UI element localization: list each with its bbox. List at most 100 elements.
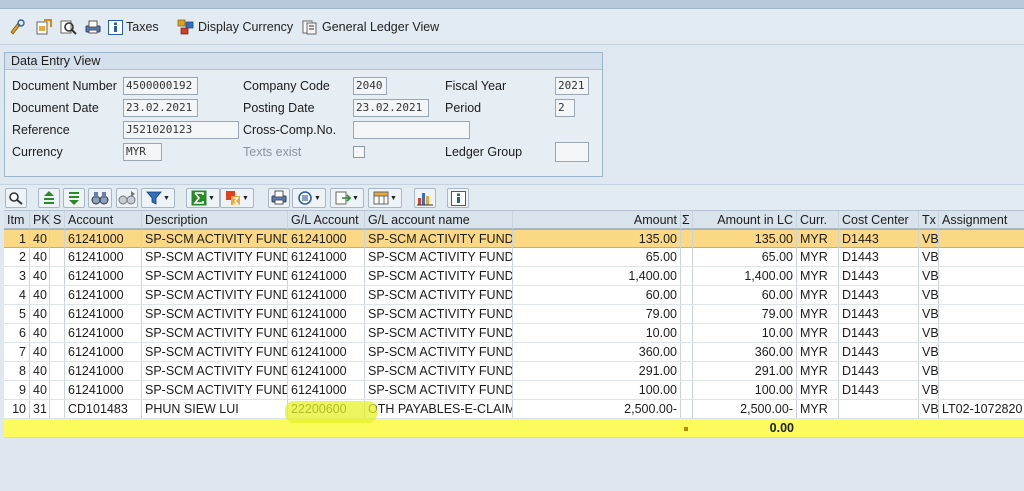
col-amount-header[interactable]: Amount	[513, 211, 681, 229]
other-document-icon[interactable]	[35, 19, 53, 35]
cell-gl-name: SP-SCM ACTIVITY FUND	[365, 343, 513, 361]
cell-curr: MYR	[797, 362, 839, 380]
cell-gl-account: 61241000	[288, 362, 365, 380]
print-document-icon[interactable]	[84, 19, 102, 35]
subtotal-icon	[226, 191, 241, 205]
group-title: Data Entry View	[5, 53, 602, 70]
col-gl-account-header[interactable]: G/L Account	[288, 211, 365, 229]
taxes-button[interactable]: Taxes	[108, 18, 159, 36]
col-assignment-header[interactable]: Assignment	[939, 211, 1024, 229]
cell-amount: 2,500.00-	[513, 400, 681, 418]
display-change-icon[interactable]	[9, 19, 27, 35]
print-icon	[271, 190, 287, 205]
table-row[interactable]: 4 40 61241000 SP-SCM ACTIVITY FUND 61241000 S…	[4, 286, 1024, 305]
texts-exist-label: Texts exist	[243, 145, 302, 159]
general-ledger-view-button[interactable]: General Ledger View	[302, 18, 439, 36]
cell-amount-lc: 2,500.00-	[693, 400, 797, 418]
table-row[interactable]: 5 40 61241000 SP-SCM ACTIVITY FUND 61241000 S…	[4, 305, 1024, 324]
graphic-button[interactable]	[414, 188, 436, 208]
table-row[interactable]: 7 40 61241000 SP-SCM ACTIVITY FUND 61241000 S…	[4, 343, 1024, 362]
cell-account: 61241000	[65, 248, 142, 266]
cell-sigma	[681, 343, 693, 361]
cell-sigma	[681, 381, 693, 399]
total-marker-icon	[684, 427, 688, 431]
company-code-field[interactable]: 2040	[353, 77, 387, 95]
cell-amount-lc: 1,400.00	[693, 267, 797, 285]
col-curr-header[interactable]: Curr.	[797, 211, 839, 229]
cell-curr: MYR	[797, 267, 839, 285]
cell-amount: 60.00	[513, 286, 681, 304]
cell-itm: 10	[4, 400, 30, 418]
cell-curr: MYR	[797, 381, 839, 399]
total-button[interactable]: ▼	[186, 188, 220, 208]
cell-cost-center: D1443	[839, 248, 919, 266]
sum-icon	[191, 190, 207, 206]
cell-account: 61241000	[65, 343, 142, 361]
col-gl-name-header[interactable]: G/L account name	[365, 211, 513, 229]
subtotal-button[interactable]: ▼	[220, 188, 254, 208]
sort-descending-button[interactable]	[63, 188, 85, 208]
cell-description: SP-SCM ACTIVITY FUND	[142, 324, 288, 342]
cell-tx: VB	[919, 400, 939, 418]
sort-descending-icon	[69, 192, 79, 205]
find-button[interactable]	[88, 188, 112, 208]
filter-button[interactable]: ▼	[141, 188, 175, 208]
export-button[interactable]: ▼	[330, 188, 364, 208]
cell-s	[50, 248, 65, 266]
layout-button[interactable]: ▼	[368, 188, 402, 208]
table-row[interactable]: 8 40 61241000 SP-SCM ACTIVITY FUND 61241000 S…	[4, 362, 1024, 381]
cell-sigma	[681, 324, 693, 342]
dropdown-arrow-icon: ▼	[352, 194, 359, 202]
col-tx-header[interactable]: Tx	[919, 211, 939, 229]
table-row[interactable]: 9 40 61241000 SP-SCM ACTIVITY FUND 61241000 S…	[4, 381, 1024, 400]
sort-ascending-button[interactable]	[38, 188, 60, 208]
details-button[interactable]	[5, 188, 27, 208]
cell-cost-center: D1443	[839, 362, 919, 380]
col-pk-header[interactable]: PK	[30, 211, 50, 229]
cell-itm: 3	[4, 267, 30, 285]
table-row[interactable]: 3 40 61241000 SP-SCM ACTIVITY FUND 61241000 S…	[4, 267, 1024, 286]
col-itm-header[interactable]: Itm	[4, 211, 30, 229]
document-number-field[interactable]: 4500000192	[123, 77, 198, 95]
cell-gl-name: SP-SCM ACTIVITY FUND	[365, 324, 513, 342]
currency-field[interactable]: MYR	[123, 143, 162, 161]
dropdown-arrow-icon: ▼	[163, 194, 170, 202]
document-overview-icon[interactable]	[60, 19, 78, 35]
document-date-label: Document Date	[12, 101, 99, 115]
reference-field[interactable]: J521020123	[123, 121, 239, 139]
document-date-field[interactable]: 23.02.2021	[123, 99, 198, 117]
information-button[interactable]	[447, 188, 469, 208]
table-row[interactable]: 2 40 61241000 SP-SCM ACTIVITY FUND 61241000 S…	[4, 248, 1024, 267]
cell-s	[50, 343, 65, 361]
cell-pk: 31	[30, 400, 50, 418]
fiscal-year-label: Fiscal Year	[445, 79, 507, 93]
texts-exist-checkbox[interactable]	[353, 146, 365, 158]
fiscal-year-field[interactable]: 2021	[555, 77, 589, 95]
cell-pk: 40	[30, 343, 50, 361]
table-row[interactable]: 1 40 61241000 SP-SCM ACTIVITY FUND 61241000 S…	[4, 229, 1024, 248]
posting-date-field[interactable]: 23.02.2021	[353, 99, 429, 117]
print-preview-button[interactable]	[268, 188, 290, 208]
col-account-header[interactable]: Account	[65, 211, 142, 229]
table-row[interactable]: 1031CD101483PHUN SIEW LUI22200600OTH PAY…	[4, 400, 1024, 419]
display-currency-button[interactable]: Display Currency	[177, 18, 293, 36]
col-s-header[interactable]: S	[50, 211, 65, 229]
col-sigma-header[interactable]: Σ	[681, 211, 693, 229]
col-description-header[interactable]: Description	[142, 211, 288, 229]
cell-curr: MYR	[797, 400, 839, 418]
cell-curr: MYR	[797, 286, 839, 304]
views-button[interactable]: ▼	[292, 188, 326, 208]
col-cost-center-header[interactable]: Cost Center	[839, 211, 919, 229]
find-next-button[interactable]	[116, 188, 138, 208]
col-amount-lc-header[interactable]: Amount in LC	[693, 211, 797, 229]
cell-tx: VB	[919, 305, 939, 323]
cell-assignment	[939, 343, 1024, 361]
display-currency-label: Display Currency	[198, 20, 294, 34]
period-field[interactable]: 2	[555, 99, 575, 117]
cell-tx: VB	[919, 267, 939, 285]
cell-gl-name: OTH PAYABLES-E-CLAIM	[365, 400, 513, 418]
cross-comp-field[interactable]	[353, 121, 470, 139]
ledger-group-field[interactable]	[555, 142, 589, 162]
table-row[interactable]: 6 40 61241000 SP-SCM ACTIVITY FUND 61241000 S…	[4, 324, 1024, 343]
chart-icon	[417, 193, 433, 206]
